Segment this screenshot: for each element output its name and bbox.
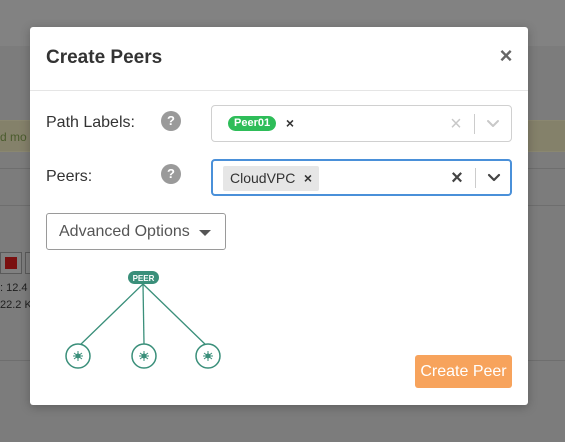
path-labels-label: Path Labels: <box>46 114 135 131</box>
chevron-down-icon[interactable] <box>482 113 504 135</box>
peer-topology-diagram: PEER <box>65 271 221 369</box>
diagram-link <box>142 283 145 345</box>
stop-button <box>0 252 22 274</box>
remove-peer-button[interactable]: × <box>300 166 316 191</box>
app-stat: : 12.4 <box>0 282 28 294</box>
router-node-icon <box>195 343 221 369</box>
create-peers-modal: Create Peers × Path Labels: ? Peer01 × ×… <box>30 27 528 405</box>
close-button[interactable]: × <box>496 45 516 67</box>
router-node-icon <box>65 343 91 369</box>
create-peer-button[interactable]: Create Peer <box>415 355 512 388</box>
chevron-down-icon[interactable] <box>483 167 505 189</box>
path-label-chip: Peer01 <box>228 116 277 131</box>
advanced-options-button[interactable]: Advanced Options <box>46 213 226 250</box>
peers-label: Peers: <box>46 168 93 185</box>
clear-icon[interactable]: × <box>445 166 469 190</box>
select-separator <box>474 114 475 134</box>
path-labels-select[interactable]: Peer01 × × <box>211 105 512 142</box>
diagram-link <box>77 283 144 348</box>
advanced-options-label: Advanced Options <box>59 223 190 240</box>
router-node-icon <box>131 343 157 369</box>
peer-chip-label: CloudVPC <box>230 170 296 186</box>
select-separator <box>475 168 476 188</box>
peer-node-label: PEER <box>133 274 155 283</box>
peer-chip: CloudVPC × <box>223 166 319 191</box>
help-icon[interactable]: ? <box>161 111 181 131</box>
diagram-link <box>142 283 209 348</box>
modal-header: Create Peers × <box>30 27 528 91</box>
clear-icon[interactable]: × <box>444 112 468 136</box>
peers-select[interactable]: CloudVPC × × <box>211 159 512 196</box>
caret-down-icon <box>199 230 211 236</box>
help-icon[interactable]: ? <box>161 164 181 184</box>
app-stat: 22.2 K <box>0 299 32 311</box>
app-banner-text: d mo <box>0 130 27 144</box>
modal-title: Create Peers <box>46 47 163 68</box>
remove-path-label-button[interactable]: × <box>283 111 297 135</box>
